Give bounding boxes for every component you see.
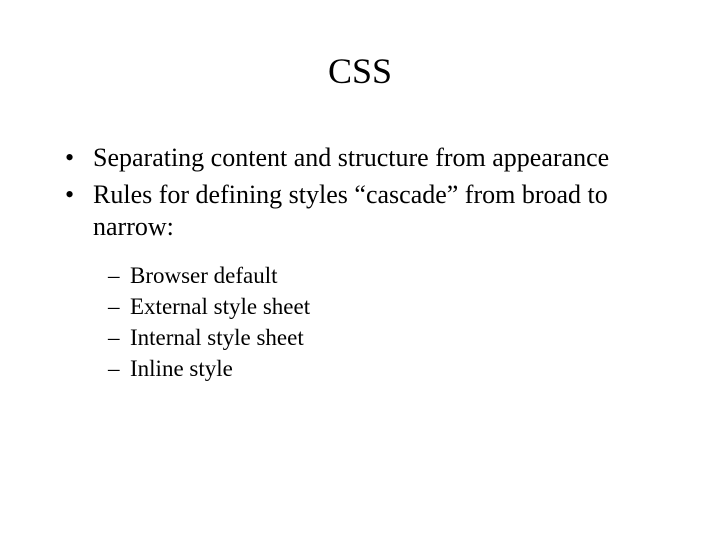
sub-bullet-item: Inline style	[108, 353, 670, 384]
sub-bullet-list: Browser default External style sheet Int…	[50, 260, 670, 384]
sub-bullet-item: Browser default	[108, 260, 670, 291]
bullet-item: Separating content and structure from ap…	[65, 142, 670, 175]
bullet-item: Rules for defining styles “cascade” from…	[65, 179, 670, 244]
slide-title: CSS	[50, 50, 670, 92]
sub-bullet-item: External style sheet	[108, 291, 670, 322]
main-bullet-list: Separating content and structure from ap…	[50, 142, 670, 244]
sub-bullet-item: Internal style sheet	[108, 322, 670, 353]
